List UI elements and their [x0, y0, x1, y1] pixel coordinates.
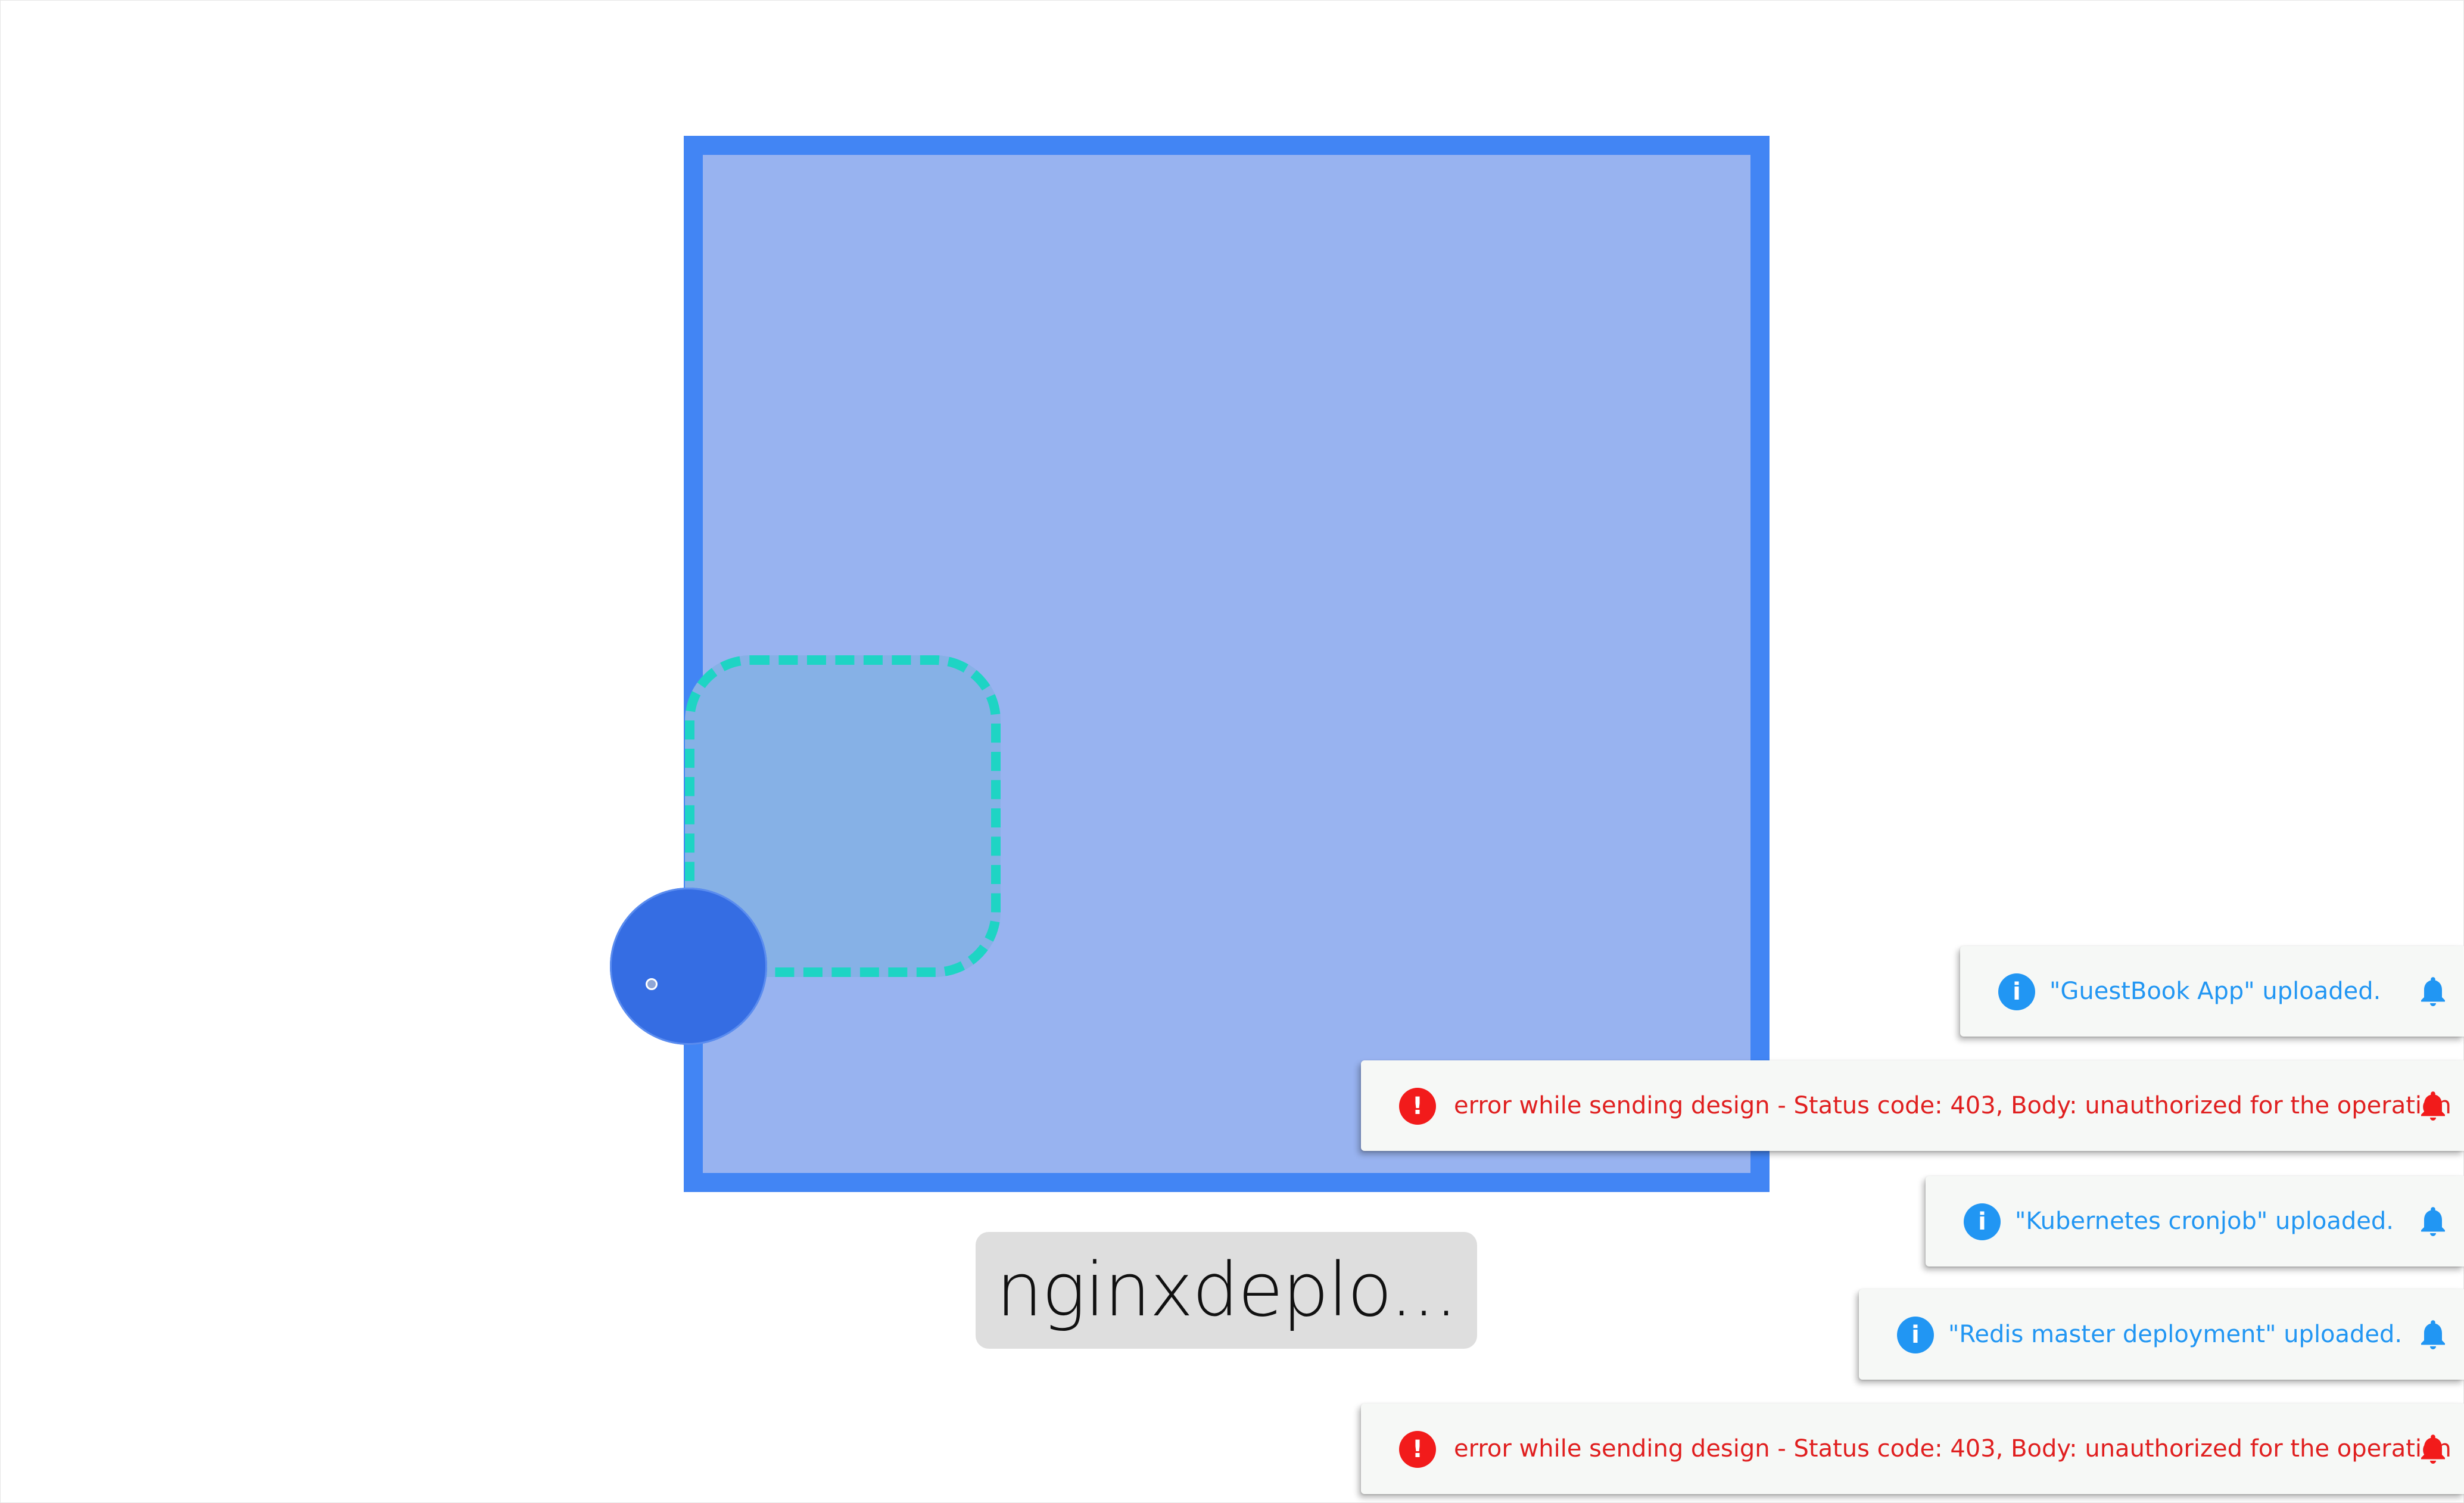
notification-toast[interactable]: i "Kubernetes cronjob" uploaded.	[1926, 1176, 2464, 1266]
error-icon: !	[1399, 1088, 1436, 1125]
notification-toast[interactable]: i "Redis master deployment" uploaded.	[1859, 1289, 2464, 1380]
info-icon: i	[1897, 1317, 1934, 1353]
handle-anchor-dot[interactable]	[646, 978, 658, 990]
bell-icon[interactable]	[2415, 1431, 2451, 1467]
error-icon: !	[1399, 1431, 1436, 1468]
bell-icon[interactable]	[2415, 1088, 2451, 1124]
design-canvas[interactable]: nginxdeplo... i "GuestBook App" uploaded…	[0, 0, 2464, 1503]
bell-icon[interactable]	[2415, 1317, 2451, 1352]
notification-toast[interactable]: ! error while sending design - Status co…	[1361, 1404, 2464, 1494]
notification-message: "Kubernetes cronjob" uploaded.	[2015, 1208, 2394, 1235]
notification-message: error while sending design - Status code…	[1454, 1435, 2451, 1462]
info-icon: i	[1964, 1203, 2001, 1240]
notification-message: "GuestBook App" uploaded.	[2049, 978, 2381, 1005]
notification-toast[interactable]: ! error while sending design - Status co…	[1361, 1060, 2464, 1151]
bell-icon[interactable]	[2415, 1203, 2451, 1239]
connection-handle[interactable]	[610, 888, 767, 1045]
notification-message: error while sending design - Status code…	[1454, 1092, 2451, 1119]
notification-toast[interactable]: i "GuestBook App" uploaded.	[1960, 946, 2464, 1037]
bell-icon[interactable]	[2415, 973, 2451, 1009]
node-label[interactable]: nginxdeplo...	[976, 1232, 1477, 1349]
notification-message: "Redis master deployment" uploaded.	[1948, 1321, 2403, 1348]
info-icon: i	[1998, 973, 2035, 1010]
